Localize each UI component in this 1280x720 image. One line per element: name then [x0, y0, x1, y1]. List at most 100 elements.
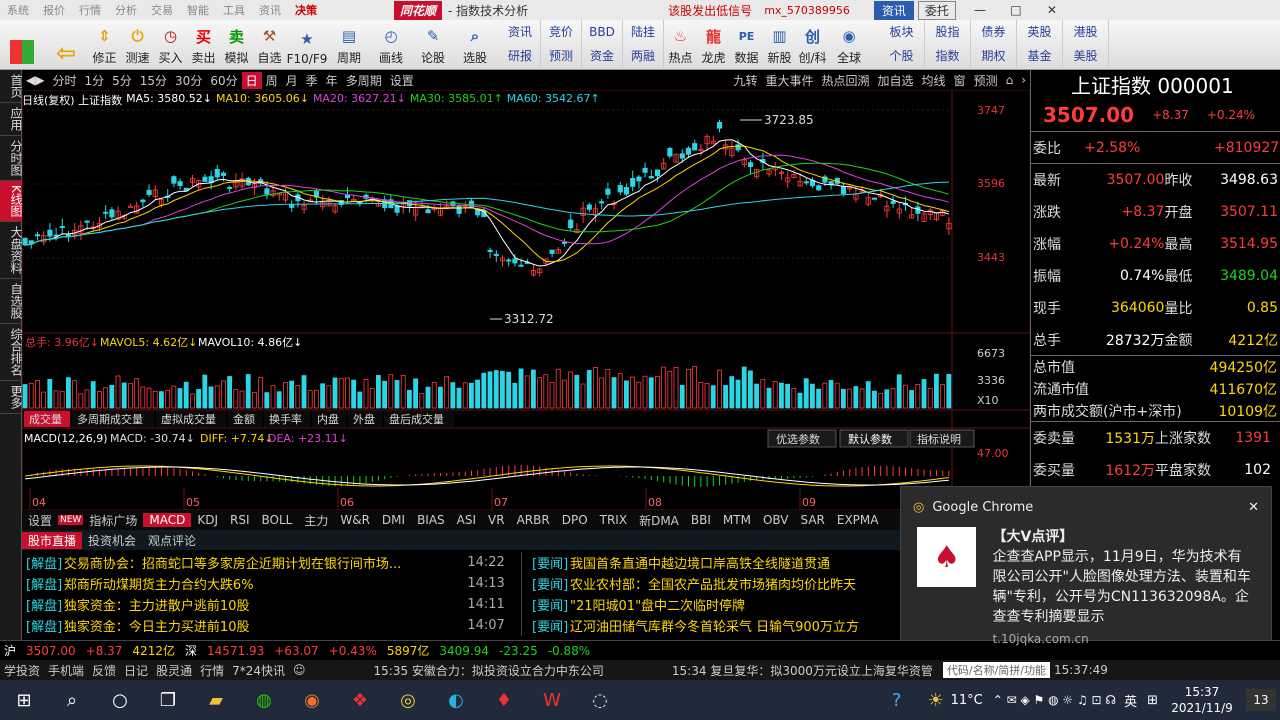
collapse-icon[interactable]: ›: [1017, 73, 1030, 87]
ind-expma[interactable]: EXPMA: [831, 513, 885, 527]
grid-btn-report[interactable]: 研报: [500, 44, 541, 68]
grid-btn-index[interactable]: 指数: [925, 44, 971, 68]
ind-bias[interactable]: BIAS: [411, 513, 451, 527]
data-button[interactable]: PE 数据: [730, 20, 763, 69]
maximize-icon[interactable]: □: [1004, 3, 1028, 17]
file-explorer-icon[interactable]: ▰: [192, 680, 240, 720]
status-gulingtong[interactable]: 股灵通: [152, 662, 196, 679]
period-day[interactable]: 日: [241, 71, 262, 89]
period-60min[interactable]: 60分: [206, 72, 241, 89]
grid-btn-hkstock[interactable]: 港股: [1063, 20, 1109, 44]
chrome-notification[interactable]: ◎ Google Chrome ✕ ♠ 【大V点评】 企查查APP显示，11月9日，…: [900, 486, 1272, 646]
news-row[interactable]: [解盘] 郑商所动煤期货主力合约大跌6% 14:13: [22, 573, 521, 594]
ind-asi[interactable]: ASI: [451, 513, 482, 527]
grid-btn-margin[interactable]: 两融: [623, 44, 664, 68]
status-mobile[interactable]: 手机端: [44, 662, 88, 679]
search-icon[interactable]: ⌕: [48, 680, 96, 720]
account-name[interactable]: mx_570389956: [764, 4, 850, 17]
simulate-button[interactable]: 卖模拟: [220, 20, 253, 69]
grid-btn-forecast[interactable]: 预测: [541, 44, 582, 68]
fix-button[interactable]: ⇕ 修正: [88, 20, 121, 69]
grid-btn-us[interactable]: 美股: [1063, 44, 1109, 68]
ind-rsi[interactable]: RSI: [224, 513, 256, 527]
ind-newdma[interactable]: 新DMA: [633, 512, 685, 529]
grid-btn-stock[interactable]: 个股: [879, 44, 925, 68]
ind-plaza[interactable]: 指标广场: [83, 512, 143, 529]
tool-ma[interactable]: 均线: [918, 72, 950, 89]
status-diary[interactable]: 日记: [120, 662, 152, 679]
ime-lang[interactable]: 英: [1124, 691, 1137, 710]
grid-btn-uk[interactable]: 英股: [1017, 20, 1063, 44]
robot-icon[interactable]: ☺: [289, 663, 310, 677]
news-row[interactable]: [解盘] 独家资金：主力进散户逃前10股 14:11: [22, 594, 521, 615]
news-row[interactable]: [解盘] 独家资金：今日主力买进前10股 14:07: [22, 615, 521, 636]
minimize-icon[interactable]: —: [968, 3, 992, 17]
task-view-icon[interactable]: ❐: [144, 680, 192, 720]
tool-window[interactable]: 窗: [950, 72, 970, 89]
grid-btn-bond[interactable]: 债券: [971, 20, 1017, 44]
stock-talk-button[interactable]: ✎ 论股: [412, 20, 454, 69]
search-input[interactable]: 代码/名称/简拼/功能: [942, 662, 1050, 678]
tool-add-watch[interactable]: 加自选: [874, 72, 918, 89]
grid-btn-option[interactable]: 期权: [971, 44, 1017, 68]
ticker-2[interactable]: 15:34 复旦复华：拟3000万元设立上海复华资管: [668, 662, 937, 679]
buy-button[interactable]: ◷ 买入: [154, 20, 187, 69]
wechat-icon[interactable]: ◍: [240, 680, 288, 720]
leftnav-market-data[interactable]: 大盘资料: [0, 222, 23, 279]
menu-item-system[interactable]: 系统: [0, 2, 36, 18]
grid-btn-fund[interactable]: 资金: [582, 44, 623, 68]
leftnav-kline[interactable]: K线图: [0, 181, 23, 222]
leftnav-watchlist[interactable]: 自选股: [0, 279, 23, 324]
cortana-icon[interactable]: ○: [96, 680, 144, 720]
period-week[interactable]: 周: [262, 72, 282, 89]
tonghuashun-icon[interactable]: ❖: [336, 680, 384, 720]
ind-wr[interactable]: W&R: [334, 513, 376, 527]
menu-item-trade[interactable]: 交易: [144, 2, 180, 18]
draw-button[interactable]: ◴ 画线: [370, 20, 412, 69]
tool-hotspot-review[interactable]: 热点回溯: [817, 72, 873, 89]
home-icon[interactable]: ⌂: [1002, 73, 1018, 87]
sell-button[interactable]: 买卖出: [187, 20, 220, 69]
ticker-1[interactable]: 15:35 安徽合力：拟投资设立合力中东公司: [370, 662, 608, 679]
signal-alert[interactable]: 该股发出低信号: [668, 2, 752, 19]
period-quarter[interactable]: 季: [302, 72, 322, 89]
tool-ninewave[interactable]: 九转: [729, 72, 761, 89]
speedtest-button[interactable]: ⏻ 测速: [121, 20, 154, 69]
news-tab-opportunity[interactable]: 投资机会: [82, 532, 142, 549]
status-learn[interactable]: 学投资: [0, 662, 44, 679]
f10-button[interactable]: ★ F10/F9: [286, 20, 328, 69]
ind-dmi[interactable]: DMI: [376, 513, 411, 527]
period-settings[interactable]: 设置: [386, 72, 418, 89]
ind-sar[interactable]: SAR: [794, 513, 830, 527]
status-flash[interactable]: 7*24快讯: [228, 662, 289, 679]
menu-item-smart[interactable]: 智能: [180, 2, 216, 18]
ind-boll[interactable]: BOLL: [256, 513, 299, 527]
chrome-icon[interactable]: ◎: [384, 680, 432, 720]
hotspot-button[interactable]: ♨ 热点: [664, 20, 697, 69]
close-icon[interactable]: ✕: [1040, 3, 1064, 17]
wps-icon[interactable]: W: [528, 680, 576, 720]
tool-forecast[interactable]: 预测: [970, 72, 1002, 89]
period-timeshare[interactable]: 分时: [48, 72, 80, 89]
kline-chart[interactable]: 3723.85 3312.72 3747 3596 3443 总手: 3.96亿…: [22, 90, 1030, 510]
grid-btn-info[interactable]: 资讯: [500, 20, 541, 44]
news-tab-live[interactable]: 股市直播: [22, 531, 83, 549]
grid-btn-futures[interactable]: 股指: [925, 20, 971, 44]
app-red-icon[interactable]: ♦: [480, 680, 528, 720]
leftnav-more[interactable]: 更多: [0, 381, 23, 414]
status-feedback[interactable]: 反馈: [88, 662, 120, 679]
dragon-button[interactable]: 龍龙虎: [697, 20, 730, 69]
leftnav-ranking[interactable]: 综合排名: [0, 324, 23, 381]
ind-bbi[interactable]: BBI: [685, 513, 717, 527]
ime-icon[interactable]: ⊞: [1147, 693, 1158, 708]
close-icon[interactable]: ✕: [1248, 500, 1259, 515]
system-clock[interactable]: 15:37 2021/11/9: [1162, 684, 1242, 716]
news-row[interactable]: [解盘] 交易商协会：招商蛇口等多家房企近期计划在银行间市场... 14:22: [22, 552, 521, 573]
ind-main[interactable]: 主力: [298, 512, 334, 529]
ind-vr[interactable]: VR: [482, 513, 511, 527]
period-15min[interactable]: 15分: [136, 72, 171, 89]
menu-item-quote[interactable]: 报价: [36, 2, 72, 18]
ind-dpo[interactable]: DPO: [556, 513, 594, 527]
edge-icon[interactable]: ◐: [432, 680, 480, 720]
grid-btn-fund2[interactable]: 基金: [1017, 44, 1063, 68]
